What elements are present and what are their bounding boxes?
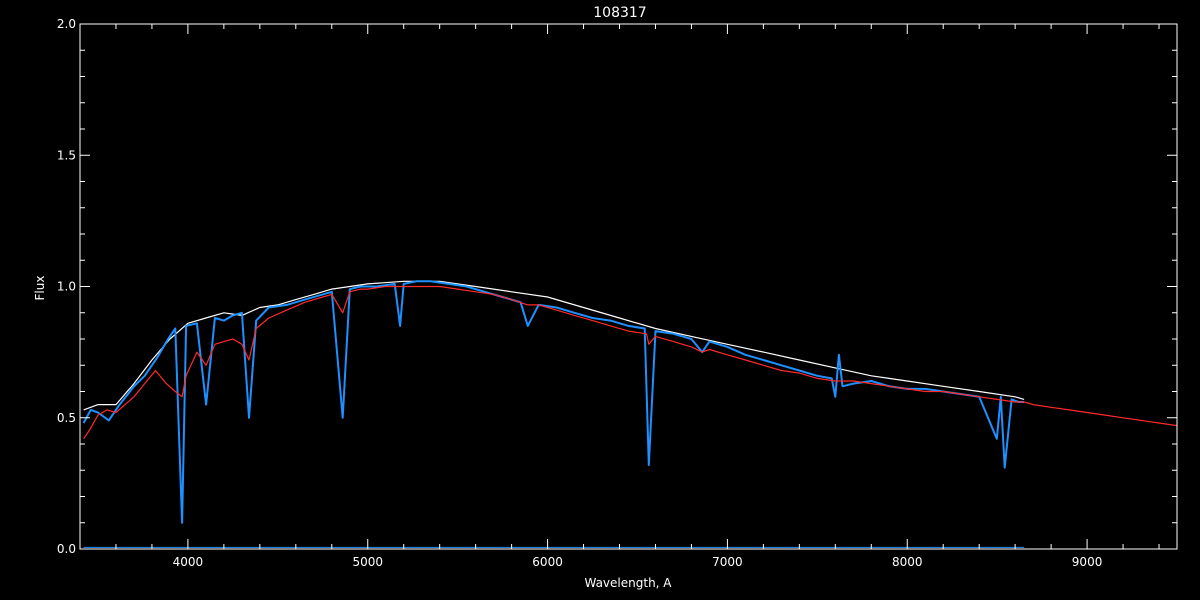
- chart-title: 108317: [593, 5, 646, 21]
- y-tick-label: 1.0: [57, 280, 76, 294]
- y-axis-label: Flux: [33, 276, 47, 301]
- y-tick-label: 2.0: [57, 17, 76, 31]
- x-tick-label: 7000: [712, 555, 743, 569]
- x-tick-label: 8000: [892, 555, 923, 569]
- y-tick-label: 0.0: [57, 542, 76, 556]
- x-tick-label: 9000: [1072, 555, 1103, 569]
- y-tick-label: 0.5: [57, 411, 76, 425]
- y-tick-label: 1.5: [57, 148, 76, 162]
- x-axis-label: Wavelength, A: [584, 576, 672, 590]
- x-tick-label: 4000: [173, 555, 204, 569]
- chart: 108317 Wavelength, A Flux 4000 5000 6000 70…: [0, 0, 1200, 600]
- x-tick-label: 5000: [352, 555, 383, 569]
- chart-background: [0, 0, 1200, 600]
- x-tick-label: 6000: [532, 555, 563, 569]
